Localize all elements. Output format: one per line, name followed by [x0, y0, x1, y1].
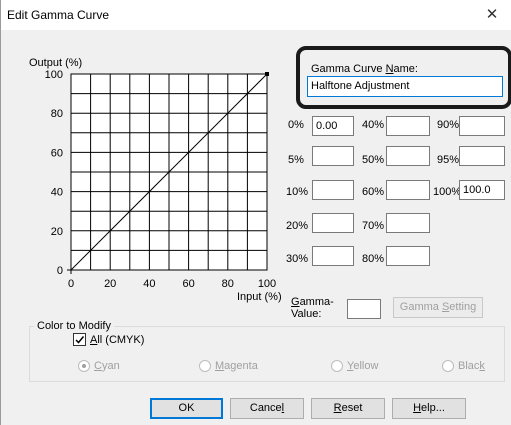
checkbox-check-icon: [73, 333, 86, 346]
point-field-95[interactable]: [459, 146, 505, 166]
cancel-button[interactable]: Cancel: [230, 398, 304, 419]
point-field-80[interactable]: [386, 246, 430, 266]
radio-dot-icon: [442, 360, 454, 372]
point-label-90: 90%: [437, 119, 460, 131]
radio-dot-icon: [199, 360, 211, 372]
point-field-5[interactable]: [312, 146, 354, 166]
point-field-40[interactable]: [386, 116, 430, 136]
y-tick-label: 20: [51, 226, 63, 238]
dialog-window: Edit Gamma Curve ✕ Output (%) 100 80 60 40 2…: [0, 0, 511, 425]
point-label-70: 70%: [362, 220, 385, 232]
y-tick-label: 100: [45, 69, 63, 81]
point-label-30: 30%: [286, 253, 309, 265]
point-field-90[interactable]: [459, 116, 505, 136]
y-tick-label: 40: [51, 187, 63, 199]
close-icon[interactable]: ✕: [472, 0, 511, 30]
radio-dot-icon: [78, 360, 90, 372]
curve-endpoint-marker: [265, 72, 269, 76]
radio-cyan[interactable]: Cyan: [78, 360, 120, 372]
radio-magenta[interactable]: Magenta: [199, 360, 258, 372]
point-label-5: 5%: [288, 154, 304, 166]
point-label-20: 20%: [286, 220, 309, 232]
radio-black-label: Black: [458, 360, 485, 372]
gamma-setting-button[interactable]: Gamma Setting: [393, 297, 483, 318]
color-modify-title: Color to Modify: [34, 320, 114, 332]
y-tick-label: 80: [51, 108, 63, 120]
gamma-curve-graph[interactable]: 100 80 60 40 20 00 20 40 60 80 100: [29, 66, 279, 298]
window-title: Edit Gamma Curve: [7, 8, 110, 22]
point-label-50: 50%: [362, 154, 385, 166]
gamma-value-label-2: Value:: [291, 308, 322, 320]
radio-dot-icon: [331, 360, 343, 372]
x-tick-label: 80: [222, 278, 234, 290]
point-label-10: 10%: [286, 186, 309, 198]
point-field-70[interactable]: [386, 213, 430, 233]
point-label-80: 80%: [362, 253, 385, 265]
point-label-60: 60%: [362, 186, 385, 198]
gamma-value-label: Gamma-: [291, 296, 334, 308]
point-field-30[interactable]: [312, 246, 354, 266]
all-cmyk-label: All (CMYK): [90, 333, 145, 346]
gamma-name-label: Gamma Curve Name:: [311, 63, 418, 75]
ok-button[interactable]: OK: [150, 398, 223, 419]
graph-xlabel: Input (%): [237, 291, 282, 303]
point-field-60[interactable]: [386, 180, 430, 200]
x-tick-label: 40: [143, 278, 155, 290]
point-field-10[interactable]: [312, 180, 354, 200]
radio-magenta-label: Magenta: [215, 360, 258, 372]
reset-button[interactable]: Reset: [311, 398, 385, 419]
gamma-value-input[interactable]: [347, 299, 381, 319]
gamma-name-input[interactable]: Halftone Adjustment: [307, 76, 503, 97]
help-button[interactable]: Help...: [392, 398, 466, 419]
point-field-0[interactable]: 0.00: [312, 116, 354, 136]
x-tick-label: 100: [258, 278, 276, 290]
radio-yellow[interactable]: Yellow: [331, 360, 378, 372]
point-label-40: 40%: [362, 119, 385, 131]
radio-cyan-label: Cyan: [94, 360, 120, 372]
x-tick-label: 20: [104, 278, 116, 290]
radio-yellow-label: Yellow: [347, 360, 379, 372]
point-field-50[interactable]: [386, 146, 430, 166]
all-cmyk-checkbox[interactable]: All (CMYK): [73, 333, 144, 346]
point-label-100: 100%: [433, 186, 462, 198]
point-field-100[interactable]: 100.0: [459, 180, 505, 200]
point-label-95: 95%: [437, 154, 460, 166]
y-tick-label: 60: [51, 147, 63, 159]
point-label-0: 0%: [288, 119, 304, 131]
y-tick-label: 0: [57, 265, 63, 277]
point-field-20[interactable]: [312, 213, 354, 233]
x-tick-label: 0: [68, 278, 74, 290]
title-bar: Edit Gamma Curve ✕: [1, 0, 511, 30]
radio-black[interactable]: Black: [442, 360, 485, 372]
x-tick-label: 60: [182, 278, 194, 290]
